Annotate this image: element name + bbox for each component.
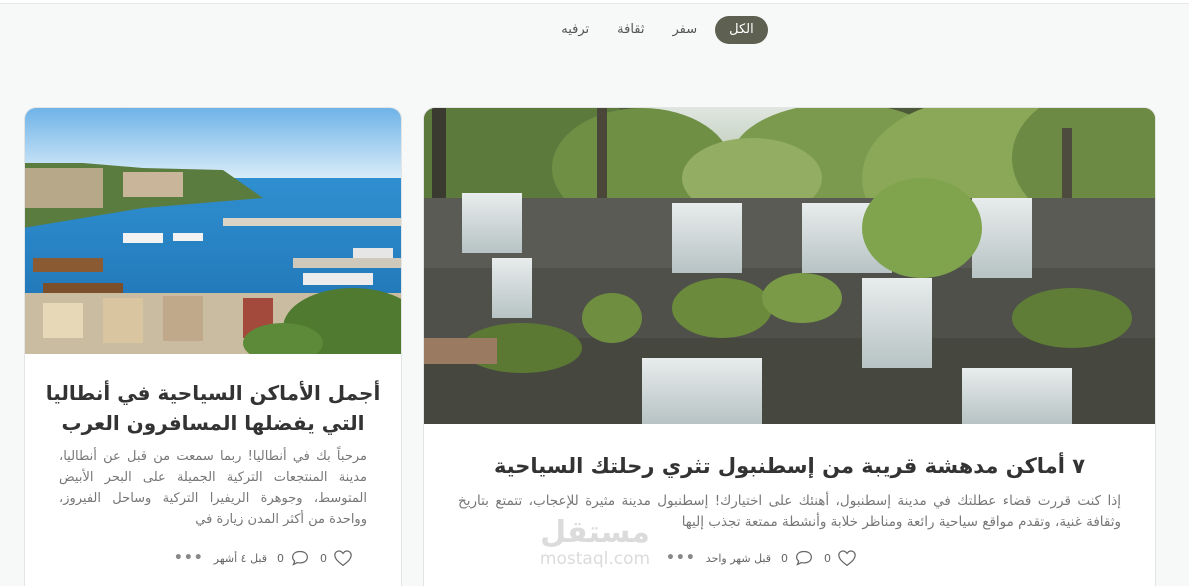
comment-icon [796,550,812,566]
heart-icon [334,550,352,567]
top-divider [0,0,1189,4]
watermark: مستقل mostaql.com [520,518,670,570]
post-date: قبل شهر واحد [705,551,771,565]
filter-tab-culture[interactable]: ثقافة [607,16,654,44]
post-meta: 0 0 قبل ٤ أشهر ••• [174,549,381,567]
like-count: 0 [824,551,831,565]
waterfall-photo[interactable] [424,108,1155,424]
more-options-icon[interactable]: ••• [666,550,696,566]
comment-count: 0 [781,551,788,565]
like-button[interactable]: 0 [824,549,857,567]
comment-button[interactable]: 0 [781,549,814,567]
filter-tab-entertainment[interactable]: ترفيه [551,16,599,44]
comment-icon [292,550,308,566]
watermark-latin: mostaql.com [539,549,651,569]
comment-count: 0 [277,551,284,565]
post-meta: 0 0 قبل شهر واحد ••• [666,549,885,567]
like-count: 0 [320,551,327,565]
category-filter-bar: الكل سفر ثقافة ترفيه [0,16,1189,44]
filter-tab-all[interactable]: الكل [715,16,768,44]
filter-tab-travel[interactable]: سفر [663,16,708,44]
comment-button[interactable]: 0 [277,549,310,567]
harbor-photo[interactable] [25,108,401,354]
post-card-secondary[interactable]: أجمل الأماكن السياحية في أنطاليا التي يف… [24,107,402,586]
post-excerpt: مرحباً بك في أنطاليا! ربما سمعت من قبل ع… [59,449,367,527]
post-title[interactable]: أجمل الأماكن السياحية في أنطاليا التي يف… [25,378,401,438]
watermark-arabic: مستقل [540,515,650,550]
post-card-featured[interactable]: ٧ أماكن مدهشة قريبة من إسطنبول تثري رحلت… [423,107,1156,586]
heart-icon [838,550,856,567]
like-button[interactable]: 0 [320,549,353,567]
more-options-icon[interactable]: ••• [174,550,204,566]
post-title[interactable]: ٧ أماكن مدهشة قريبة من إسطنبول تثري رحلت… [424,451,1155,481]
post-date: قبل ٤ أشهر [213,551,267,565]
